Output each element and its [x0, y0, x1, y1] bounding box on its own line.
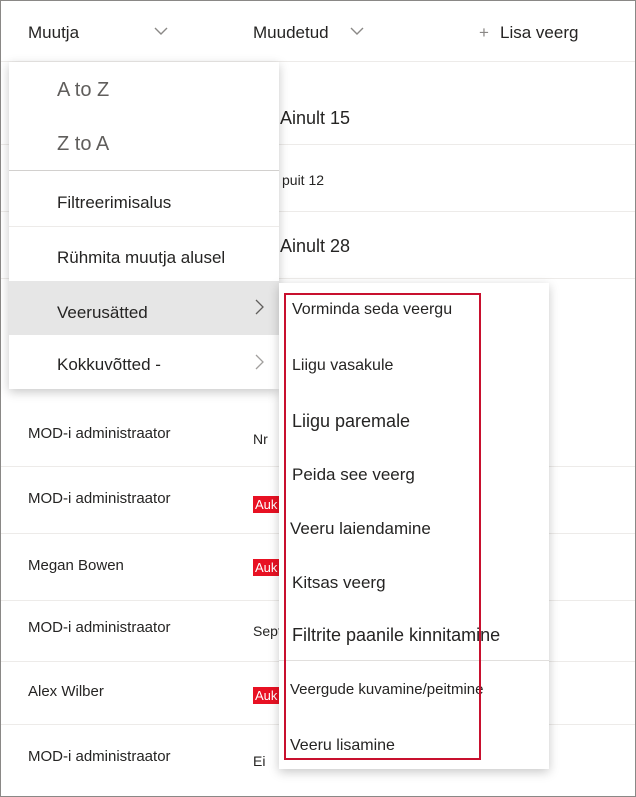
list-header: Muutja Muudetud + Lisa veerg [1, 1, 635, 62]
menu-item-label: Liigu vasakule [292, 357, 394, 374]
modified-cell: puit 12 [282, 172, 325, 188]
author-cell[interactable]: Alex Wilber [28, 683, 104, 700]
chevron-right-icon [253, 353, 265, 371]
column-header-author[interactable]: Muutja [28, 23, 79, 43]
column-header-modified[interactable]: Muudetud [253, 23, 329, 43]
menu-divider [9, 226, 279, 227]
move-right-option[interactable]: Liigu paremale [279, 399, 549, 451]
menu-item-label: Liigu paremale [292, 411, 411, 431]
menu-item-label: Filtrite paanile kinnitamine [292, 625, 501, 645]
menu-item-label: A to Z [57, 79, 110, 101]
menu-item-label: Kitsas veerg [292, 573, 386, 592]
column-settings-submenu: Vorminda seda veergu Liigu vasakule Liig… [279, 283, 549, 769]
menu-item-label: Kokkuvõtted - [57, 355, 161, 374]
group-by-option[interactable]: Rühmita muutja alusel [9, 228, 279, 281]
author-cell[interactable]: Megan Bowen [28, 557, 124, 574]
column-settings-option[interactable]: Veerusätted [9, 281, 279, 335]
chevron-right-icon [253, 298, 265, 316]
modified-cell: Ei [253, 753, 266, 769]
menu-divider [279, 660, 549, 661]
chevron-down-icon[interactable] [153, 23, 169, 39]
move-left-option[interactable]: Liigu vasakule [279, 347, 549, 397]
modified-cell: Ainult 28 [280, 236, 351, 256]
menu-item-label: Vorminda seda veergu [292, 301, 453, 318]
pin-to-filters-option[interactable]: Filtrite paanile kinnitamine [279, 615, 549, 659]
menu-item-label: Veeru lisamine [290, 737, 395, 754]
modified-cell: Sept [253, 623, 282, 639]
hide-column-option[interactable]: Peida see veerg [279, 453, 549, 505]
column-context-menu: A to Z Z to A Filtreerimisalus Rühmita m… [9, 62, 279, 389]
menu-divider [9, 170, 279, 171]
filter-by-option[interactable]: Filtreerimisalus [9, 172, 279, 228]
menu-item-label: Veergude kuvamine/peitmine [290, 681, 484, 698]
sort-z-to-a-option[interactable]: Z to A [9, 116, 279, 170]
plus-icon[interactable]: + [479, 23, 489, 43]
format-column-option[interactable]: Vorminda seda veergu [279, 293, 549, 343]
add-column-option[interactable]: Veeru lisamine [279, 719, 549, 765]
modified-cell: Ainult 15 [280, 108, 351, 128]
menu-item-label: Veeru laiendamine [290, 519, 431, 538]
narrow-column-option[interactable]: Kitsas veerg [279, 561, 549, 613]
author-cell[interactable]: MOD-i administraator [28, 425, 171, 442]
menu-item-label: Peida see veerg [292, 465, 415, 484]
menu-item-label: Filtreerimisalus [57, 193, 172, 212]
show-hide-columns-option[interactable]: Veergude kuvamine/peitmine [279, 663, 549, 715]
sort-a-to-z-option[interactable]: A to Z [9, 62, 279, 116]
chevron-down-icon[interactable] [349, 23, 365, 39]
author-cell[interactable]: MOD-i administraator [28, 748, 171, 765]
modified-cell: Nr [253, 431, 268, 447]
author-cell[interactable]: MOD-i administraator [28, 490, 171, 507]
expand-column-option[interactable]: Veeru laiendamine [279, 507, 549, 559]
menu-item-label: Veerusätted [57, 303, 148, 322]
menu-item-label: Z to A [57, 133, 110, 155]
status-badge: Auk [253, 559, 280, 576]
totals-option[interactable]: Kokkuvõtted - [9, 335, 279, 389]
add-column-button[interactable]: Lisa veerg [500, 23, 578, 43]
menu-item-label: Rühmita muutja alusel [57, 248, 226, 267]
status-badge: Auk [253, 496, 280, 513]
status-badge: Auk [253, 687, 280, 704]
author-cell[interactable]: MOD-i administraator [28, 619, 171, 636]
